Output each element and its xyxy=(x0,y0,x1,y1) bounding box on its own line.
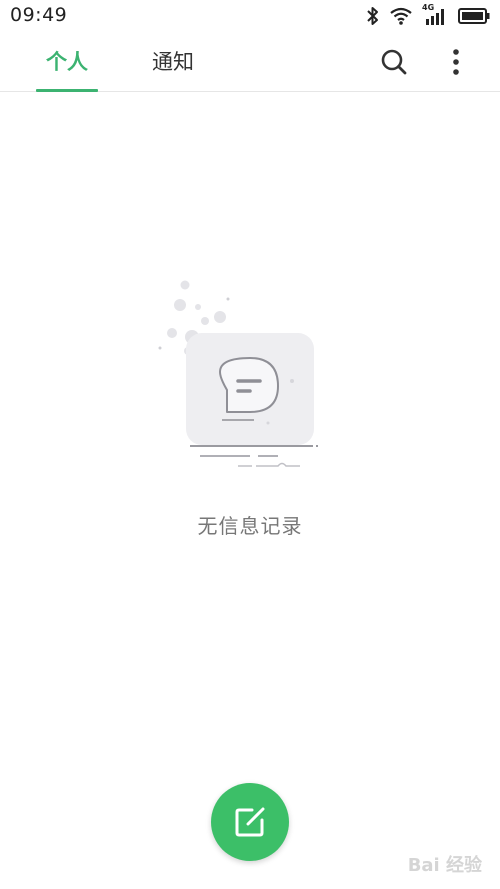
search-button[interactable] xyxy=(376,44,412,80)
wifi-icon xyxy=(390,7,412,25)
tab-personal[interactable]: 个人 xyxy=(36,46,98,92)
status-time: 09:49 xyxy=(10,4,68,26)
watermark: Bai 经验 xyxy=(407,855,482,876)
more-vertical-icon xyxy=(453,49,459,75)
tab-personal-label: 个人 xyxy=(46,50,88,74)
app-bar: 个人 通知 xyxy=(0,32,500,92)
edit-icon xyxy=(235,807,265,837)
status-bar: 09:49 4G xyxy=(0,0,500,32)
status-icons: 4G xyxy=(366,3,490,27)
message-bubble-icon xyxy=(158,280,318,467)
tab-notifications-label: 通知 xyxy=(152,50,194,74)
signal-icon: 4G xyxy=(422,3,448,26)
empty-state-message: 无信息记录 xyxy=(197,514,303,538)
empty-state-illustration xyxy=(150,275,350,475)
tab-indicator xyxy=(36,89,98,92)
search-icon xyxy=(381,49,407,75)
more-options-button[interactable] xyxy=(438,44,474,80)
compose-button[interactable] xyxy=(211,783,289,861)
bluetooth-icon xyxy=(366,6,380,26)
battery-icon xyxy=(458,7,490,25)
tab-notifications[interactable]: 通知 xyxy=(142,46,204,92)
